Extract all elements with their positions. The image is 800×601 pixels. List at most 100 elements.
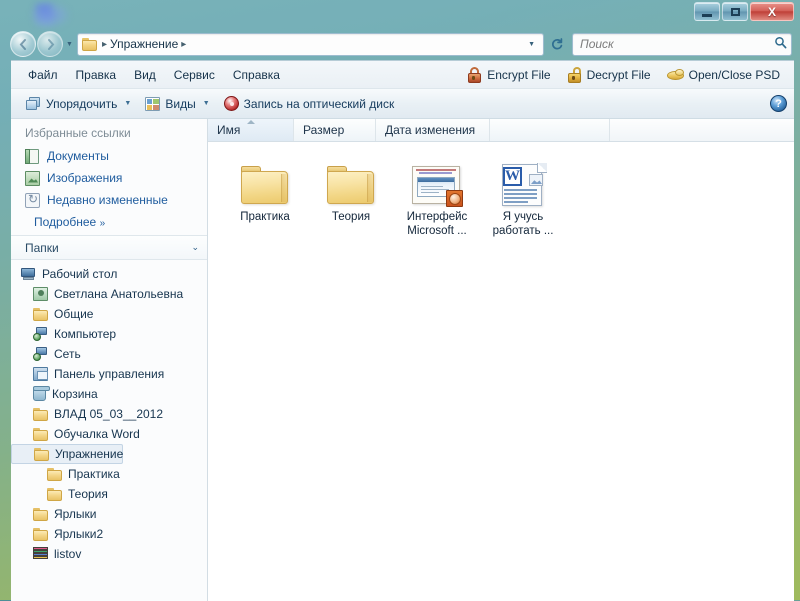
client-area: Файл Правка Вид Сервис Справка Encrypt F… — [11, 60, 794, 601]
tree-item-teoriya[interactable]: Теория — [11, 484, 207, 504]
tree-item-listov[interactable]: listov — [11, 544, 207, 564]
file-thumbnail: W — [500, 156, 547, 206]
open-padlock-icon — [567, 66, 582, 83]
favorite-label-recently-changed: Недавно измененные — [47, 193, 168, 207]
organize-label: Упорядочить — [46, 96, 118, 111]
folder-icon — [33, 307, 48, 321]
folder-icon — [33, 407, 48, 421]
menu-item-file[interactable]: Файл — [19, 65, 67, 85]
tree-item-obuchalka-word[interactable]: Обучалка Word — [11, 424, 207, 444]
tree-item-desktop[interactable]: Рабочий стол — [11, 264, 207, 284]
column-header-size[interactable]: Размер — [294, 119, 376, 141]
file-item-ya-uchus-rabotat[interactable]: W Я учусь работать ... — [480, 156, 566, 239]
tree-item-yarlyki2[interactable]: Ярлыки2 — [11, 524, 207, 544]
address-bar[interactable]: ▸ Упражнение ▸ ▼ — [77, 32, 544, 56]
tree-label: listov — [54, 547, 82, 561]
favorite-item-pictures[interactable]: Изображения — [25, 167, 207, 189]
tree-item-public[interactable]: Общие — [11, 304, 207, 324]
yellow-disc-icon — [666, 68, 684, 82]
column-header-date-modified[interactable]: Дата изменения — [376, 119, 490, 141]
recycle-bin-icon — [33, 386, 50, 401]
column-header-name[interactable]: Имя — [208, 119, 294, 141]
file-thumbnail — [327, 156, 375, 206]
search-box[interactable]: Поиск — [572, 32, 792, 56]
organize-caret-icon: ▼ — [124, 100, 132, 107]
close-button[interactable]: X — [750, 2, 794, 21]
more-links-button[interactable]: Подробнее » — [11, 211, 207, 235]
column-header-extra[interactable] — [490, 119, 610, 141]
organize-button[interactable]: Упорядочить ▼ — [19, 94, 138, 114]
decrypt-file-button[interactable]: Decrypt File — [559, 65, 659, 85]
books-icon — [33, 547, 48, 561]
recent-locations-dropdown[interactable]: ▼ — [64, 41, 75, 48]
tree-item-user[interactable]: Светлана Анатольевна — [11, 284, 207, 304]
file-item-interfeis-microsoft[interactable]: Интерфейс Microsoft ... — [394, 156, 480, 239]
folder-icon — [34, 447, 49, 461]
forward-button[interactable] — [37, 31, 63, 57]
back-arrow-icon — [19, 38, 26, 50]
tree-item-control-panel[interactable]: Панель управления — [11, 364, 207, 384]
folder-tree: Рабочий стол Светлана Анатольевна Общие … — [11, 260, 207, 564]
double-chevron-icon: » — [99, 218, 106, 229]
views-button[interactable]: Виды ▼ — [138, 94, 216, 114]
column-header-name-label: Имя — [217, 123, 241, 137]
open-close-psd-label: Open/Close PSD — [688, 67, 780, 82]
tree-label: Компьютер — [54, 327, 117, 341]
tree-item-praktika[interactable]: Практика — [11, 464, 207, 484]
tree-label: Теория — [68, 487, 108, 501]
file-label: Практика — [240, 211, 290, 223]
back-button[interactable] — [10, 31, 36, 57]
menu-item-edit[interactable]: Правка — [67, 65, 126, 85]
breadcrumb-separator-2[interactable]: ▸ — [178, 39, 189, 50]
folders-section-header[interactable]: Папки ⌄ — [11, 235, 207, 260]
menu-item-help[interactable]: Справка — [224, 65, 289, 85]
tree-label: Корзина — [52, 387, 98, 401]
menu-item-tools[interactable]: Сервис — [165, 65, 224, 85]
help-button[interactable]: ? — [770, 95, 787, 112]
breadcrumb-item-0[interactable]: Упражнение — [110, 37, 178, 51]
more-links-label: Подробнее — [34, 215, 97, 229]
minimize-icon — [702, 13, 712, 17]
tree-item-yarlyki[interactable]: Ярлыки — [11, 504, 207, 524]
content-split: Избранные ссылки Документы Изображения ↻… — [11, 119, 794, 601]
refresh-icon — [551, 38, 563, 50]
organize-icon — [26, 96, 41, 111]
tree-item-computer[interactable]: Компьютер — [11, 324, 207, 344]
folder-icon — [47, 467, 62, 481]
open-close-psd-button[interactable]: Open/Close PSD — [659, 66, 788, 84]
favorite-item-documents[interactable]: Документы — [25, 145, 207, 167]
address-folder-icon — [82, 37, 97, 51]
navigation-pane: Избранные ссылки Документы Изображения ↻… — [11, 119, 208, 601]
file-item-praktika[interactable]: Практика — [222, 156, 308, 239]
minimize-button[interactable] — [694, 2, 720, 21]
chevron-down-icon: ⌄ — [191, 242, 199, 252]
menu-item-view[interactable]: Вид — [125, 65, 165, 85]
tree-item-recycle-bin[interactable]: Корзина — [11, 384, 207, 404]
tree-item-uprazhnenie[interactable]: Упражнение — [11, 444, 123, 464]
tree-label: Обучалка Word — [54, 427, 140, 441]
word-document-icon: W — [500, 163, 547, 206]
favorite-item-recently-changed[interactable]: Недавно измененные — [25, 189, 207, 211]
documents-icon — [25, 148, 40, 164]
address-dropdown-caret[interactable]: ▼ — [522, 41, 541, 48]
maximize-icon — [730, 7, 740, 16]
file-label: Я учусь работать ... — [492, 211, 554, 238]
close-icon: X — [767, 4, 776, 19]
tree-item-vlad[interactable]: ВЛАД 05_03__2012 — [11, 404, 207, 424]
burn-to-disc-button[interactable]: Запись на оптический диск — [217, 93, 402, 114]
burn-disc-icon — [223, 96, 239, 111]
encrypt-file-button[interactable]: Encrypt File — [459, 65, 558, 85]
folder-icon — [47, 487, 62, 501]
favorite-links-list: Документы Изображения Недавно измененные — [11, 145, 207, 211]
maximize-button[interactable] — [722, 2, 748, 21]
refresh-button[interactable] — [546, 33, 568, 56]
views-icon — [145, 96, 161, 111]
tree-label: Ярлыки — [54, 507, 97, 521]
help-icon: ? — [775, 97, 782, 110]
folder-icon — [33, 527, 48, 541]
title-bar[interactable]: X — [0, 0, 800, 28]
search-input[interactable]: Поиск — [580, 37, 774, 51]
tree-item-network[interactable]: Сеть — [11, 344, 207, 364]
file-item-teoriya[interactable]: Теория — [308, 156, 394, 239]
control-panel-icon — [33, 367, 48, 381]
